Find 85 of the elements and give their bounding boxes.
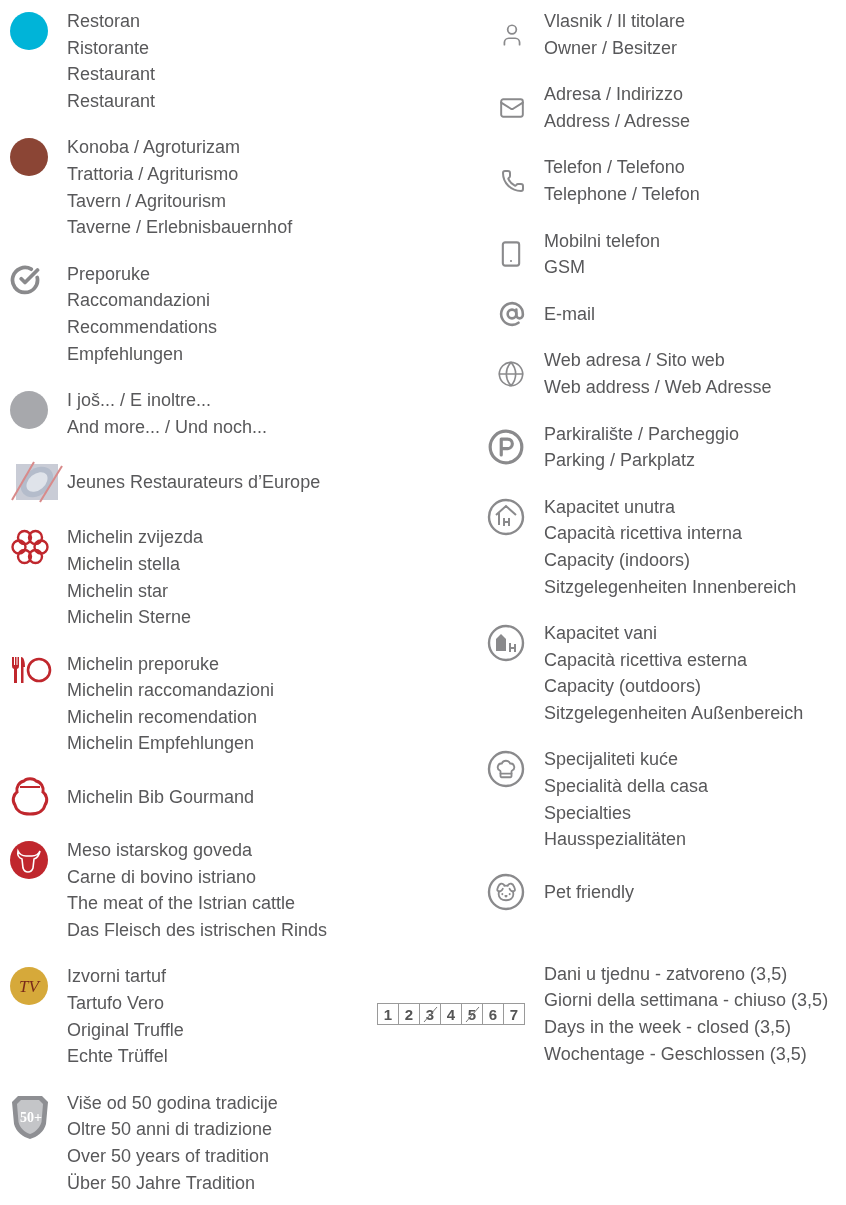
- legend-label: Michelin raccomandazioni: [67, 679, 276, 703]
- legend-label: Dani u tjednu - zatvoreno (3,5): [544, 962, 789, 986]
- legend-label: Sitzgelegenheiten Innenbereich: [544, 575, 798, 599]
- legend-label: Restaurant: [67, 63, 157, 87]
- bull-head-icon: [10, 841, 48, 880]
- legend-label: Michelin Bib Gourmand: [67, 785, 256, 809]
- legend-label: Sitzgelegenheiten Außenbereich: [544, 701, 805, 725]
- legend-label: Capacità ricettiva esterna: [544, 648, 749, 672]
- legend-label: Izvorni tartuf: [67, 965, 168, 989]
- legend-label: Trattoria / Agriturismo: [67, 162, 240, 186]
- legend-label: Taverne / Erlebnisbauernhof: [67, 216, 294, 240]
- truffle-badge-icon: TV: [10, 967, 48, 1006]
- legend-label: Recommendations: [67, 315, 219, 339]
- check-circle-icon: [10, 264, 40, 295]
- legend-label: Meso istarskog goveda: [67, 839, 254, 863]
- legend-label: Kapacitet unutra: [544, 495, 677, 519]
- legend-label: Vlasnik / Il titolare: [544, 10, 687, 33]
- legend-label: Telephone / Telefon: [544, 182, 701, 206]
- legend-label: Tavern / Agritourism: [67, 189, 228, 213]
- weekday-cell: 6: [482, 1004, 503, 1025]
- legend-label: Michelin stella: [67, 552, 182, 576]
- weekday-cell: 7: [503, 1004, 524, 1025]
- chef-hat-icon: [487, 750, 525, 789]
- legend-label: Web address / Web Adresse: [544, 375, 773, 399]
- legend-label: Specialties: [544, 801, 633, 825]
- legend-label: Capacity (outdoors): [544, 675, 703, 699]
- legend-label: E-mail: [544, 302, 596, 326]
- legend-label: Michelin recomendation: [67, 705, 259, 729]
- legend-label: I još... / E inoltre...: [67, 389, 213, 413]
- legend-label: The meat of the Istrian cattle: [67, 892, 297, 916]
- legend-label: Mobilni telefon: [544, 229, 662, 253]
- shield-badge-icon: 50+: [10, 1093, 50, 1140]
- legend-label: And more... / Und noch...: [67, 415, 269, 439]
- weekday-cell-text: 1: [382, 1004, 394, 1025]
- legend-label: Restaurant: [67, 89, 157, 113]
- house-chair-icon: [487, 624, 525, 663]
- legend-label: Echte Trüffel: [67, 1045, 169, 1069]
- dog-icon: [487, 872, 525, 911]
- globe-icon: [497, 359, 525, 388]
- weekday-cell: 4: [440, 1004, 461, 1025]
- legend-label: Original Truffle: [67, 1018, 185, 1042]
- legend-label: Raccomandazioni: [67, 289, 212, 313]
- legend-label: Preporuke: [67, 262, 152, 286]
- flower-star-icon: [10, 528, 50, 567]
- legend-label: Über 50 Jahre Tradition: [67, 1171, 257, 1195]
- legend-label: Kapacitet vani: [544, 622, 659, 646]
- legend-label: Over 50 years of tradition: [67, 1145, 271, 1168]
- legend-label: Jeunes Restaurateurs d’Europe: [67, 471, 322, 494]
- legend-label: Ristorante: [67, 36, 151, 60]
- legend-label: Owner / Besitzer: [544, 36, 679, 60]
- house-chair-icon: [487, 497, 525, 536]
- legend-label: Michelin Empfehlungen: [67, 732, 256, 756]
- legend-label: Parkiralište / Parcheggio: [544, 422, 741, 446]
- legend-label: Tartufo Vero: [67, 992, 166, 1016]
- cutlery-plate-icon: [10, 654, 52, 685]
- legend-label: Oltre 50 anni di tradizione: [67, 1118, 274, 1142]
- weekday-cell: 2: [398, 1004, 419, 1025]
- phone-icon: [501, 168, 525, 193]
- legend-label: Specialità della casa: [544, 775, 710, 799]
- legend-label: Restoran: [67, 10, 142, 33]
- legend-label: Specijaliteti kuće: [544, 748, 680, 772]
- legend-label: Michelin zvijezda: [67, 526, 205, 550]
- legend-label: Capacità ricettiva interna: [544, 522, 744, 546]
- legend-label: Pet friendly: [544, 880, 636, 904]
- legend-label: Web adresa / Sito web: [544, 349, 726, 373]
- at-sign-icon: [499, 301, 525, 328]
- legend-label: Michelin star: [67, 579, 170, 603]
- legend-label: Telefon / Telefono: [544, 156, 686, 180]
- legend-label: Wochentage - Geschlossen (3,5): [544, 1042, 808, 1066]
- legend-label: Carne di bovino istriano: [67, 865, 258, 889]
- legend-label: GSM: [544, 256, 586, 280]
- legend-label: Capacity (indoors): [544, 548, 692, 572]
- legend-label: Adresa / Indirizzo: [544, 83, 685, 107]
- legend-label: Address / Adresse: [544, 109, 692, 133]
- legend-label: Parking / Parkplatz: [544, 449, 697, 473]
- legend-label: Days in the week - closed (3,5): [544, 1016, 793, 1040]
- legend-label: Hausspezialitäten: [544, 828, 688, 852]
- legend-label: Više od 50 godina tradicije: [67, 1091, 279, 1115]
- legend-label: Das Fleisch des istrischen Rinds: [67, 918, 329, 942]
- legend-label: Giorni della settimana - chiuso (3,5): [544, 989, 830, 1013]
- legend-label: Empfehlungen: [67, 342, 185, 366]
- legend-label: Michelin preporuke: [67, 652, 221, 676]
- legend-label: Konoba / Agroturizam: [67, 136, 242, 160]
- legend-label: Michelin Sterne: [67, 606, 193, 630]
- parking-icon: [487, 428, 525, 467]
